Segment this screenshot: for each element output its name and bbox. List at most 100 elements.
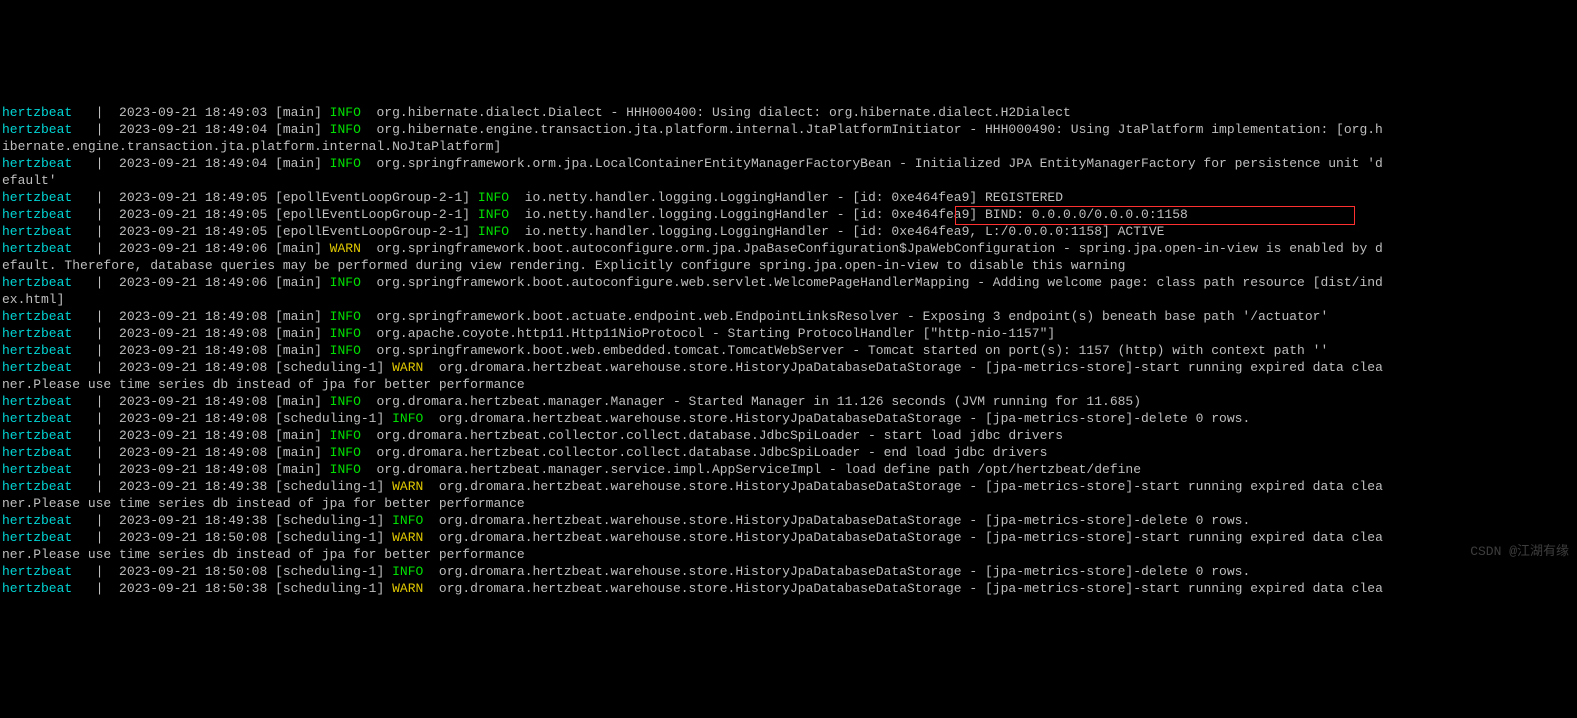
log-line: hertzbeat | 2023-09-21 18:50:08 [schedul… [2, 563, 1577, 580]
log-line: hertzbeat | 2023-09-21 18:49:38 [schedul… [2, 512, 1577, 529]
log-source: hertzbeat [2, 275, 96, 290]
log-line: hertzbeat | 2023-09-21 18:50:08 [schedul… [2, 529, 1577, 546]
log-source: hertzbeat [2, 207, 96, 222]
log-message: io.netty.handler.logging.LoggingHandler … [509, 190, 1063, 205]
log-separator: | [96, 530, 119, 545]
log-separator: | [96, 479, 119, 494]
log-separator: | [96, 207, 119, 222]
log-source: hertzbeat [2, 309, 96, 324]
log-timestamp: 2023-09-21 18:49:08 [119, 343, 275, 358]
log-line: hertzbeat | 2023-09-21 18:49:08 [main] I… [2, 427, 1577, 444]
log-line-continuation: ex.html] [2, 291, 1577, 308]
log-level: INFO [330, 428, 361, 443]
log-line-continuation: ner.Please use time series db instead of… [2, 376, 1577, 393]
log-level: WARN [392, 581, 423, 596]
log-line-continuation: ibernate.engine.transaction.jta.platform… [2, 138, 1577, 155]
log-level: WARN [392, 360, 423, 375]
log-level: WARN [392, 479, 423, 494]
log-source: hertzbeat [2, 445, 96, 460]
log-source: hertzbeat [2, 122, 96, 137]
log-source: hertzbeat [2, 513, 96, 528]
log-message: org.springframework.boot.web.embedded.to… [361, 343, 1328, 358]
log-separator: | [96, 275, 119, 290]
log-level: INFO [392, 411, 423, 426]
log-level: INFO [330, 275, 361, 290]
log-line-continuation: ner.Please use time series db instead of… [2, 495, 1577, 512]
log-source: hertzbeat [2, 581, 96, 596]
log-thread: [scheduling-1] [275, 581, 392, 596]
log-thread: [epollEventLoopGroup-2-1] [275, 207, 478, 222]
log-message: org.springframework.boot.autoconfigure.o… [361, 241, 1383, 256]
log-thread: [epollEventLoopGroup-2-1] [275, 190, 478, 205]
log-source: hertzbeat [2, 360, 96, 375]
log-level: INFO [478, 224, 509, 239]
log-message: org.springframework.orm.jpa.LocalContain… [361, 156, 1383, 171]
log-source: hertzbeat [2, 411, 96, 426]
log-source: hertzbeat [2, 394, 96, 409]
log-message: org.dromara.hertzbeat.warehouse.store.Hi… [423, 530, 1383, 545]
log-source: hertzbeat [2, 530, 96, 545]
log-separator: | [96, 394, 119, 409]
log-timestamp: 2023-09-21 18:49:08 [119, 428, 275, 443]
log-line: hertzbeat | 2023-09-21 18:49:38 [schedul… [2, 478, 1577, 495]
log-source: hertzbeat [2, 105, 96, 120]
log-message: org.dromara.hertzbeat.manager.Manager - … [361, 394, 1141, 409]
log-message: org.hibernate.dialect.Dialect - HHH00040… [361, 105, 1071, 120]
log-level: INFO [330, 343, 361, 358]
log-separator: | [96, 326, 119, 341]
log-message: org.dromara.hertzbeat.warehouse.store.Hi… [423, 479, 1383, 494]
log-line: hertzbeat | 2023-09-21 18:49:08 [main] I… [2, 342, 1577, 359]
log-thread: [main] [275, 105, 330, 120]
log-thread: [main] [275, 394, 330, 409]
log-separator: | [96, 309, 119, 324]
log-message: org.dromara.hertzbeat.collector.collect.… [361, 428, 1063, 443]
log-level: WARN [330, 241, 361, 256]
log-level: INFO [330, 309, 361, 324]
log-source: hertzbeat [2, 479, 96, 494]
log-message: org.dromara.hertzbeat.warehouse.store.Hi… [423, 564, 1250, 579]
log-thread: [epollEventLoopGroup-2-1] [275, 224, 478, 239]
log-level: WARN [392, 530, 423, 545]
log-separator: | [96, 445, 119, 460]
log-line: hertzbeat | 2023-09-21 18:49:06 [main] W… [2, 240, 1577, 257]
log-level: INFO [478, 190, 509, 205]
log-thread: [main] [275, 462, 330, 477]
log-line: hertzbeat | 2023-09-21 18:49:04 [main] I… [2, 155, 1577, 172]
log-message: org.dromara.hertzbeat.warehouse.store.Hi… [423, 513, 1250, 528]
log-timestamp: 2023-09-21 18:49:05 [119, 224, 275, 239]
log-thread: [scheduling-1] [275, 360, 392, 375]
log-level: INFO [330, 445, 361, 460]
log-line: hertzbeat | 2023-09-21 18:49:08 [main] I… [2, 325, 1577, 342]
log-timestamp: 2023-09-21 18:49:04 [119, 156, 275, 171]
log-message: org.apache.coyote.http11.Http11NioProtoc… [361, 326, 1055, 341]
log-message: org.dromara.hertzbeat.warehouse.store.Hi… [423, 360, 1383, 375]
log-separator: | [96, 156, 119, 171]
log-thread: [main] [275, 156, 330, 171]
log-message: org.dromara.hertzbeat.warehouse.store.Hi… [423, 411, 1250, 426]
log-level: INFO [330, 462, 361, 477]
log-timestamp: 2023-09-21 18:49:08 [119, 360, 275, 375]
log-timestamp: 2023-09-21 18:49:05 [119, 207, 275, 222]
log-thread: [main] [275, 445, 330, 460]
log-thread: [scheduling-1] [275, 513, 392, 528]
log-message: io.netty.handler.logging.LoggingHandler … [509, 207, 1188, 222]
log-thread: [main] [275, 122, 330, 137]
log-timestamp: 2023-09-21 18:49:08 [119, 445, 275, 460]
log-separator: | [96, 343, 119, 358]
log-thread: [scheduling-1] [275, 411, 392, 426]
log-thread: [scheduling-1] [275, 564, 392, 579]
log-timestamp: 2023-09-21 18:49:08 [119, 309, 275, 324]
log-message: org.dromara.hertzbeat.manager.service.im… [361, 462, 1141, 477]
log-separator: | [96, 564, 119, 579]
log-timestamp: 2023-09-21 18:49:08 [119, 411, 275, 426]
log-message: org.springframework.boot.autoconfigure.w… [361, 275, 1383, 290]
log-thread: [main] [275, 326, 330, 341]
log-thread: [main] [275, 275, 330, 290]
log-line: hertzbeat | 2023-09-21 18:49:05 [epollEv… [2, 189, 1577, 206]
log-line-continuation: efault' [2, 172, 1577, 189]
log-timestamp: 2023-09-21 18:50:08 [119, 564, 275, 579]
log-thread: [main] [275, 241, 330, 256]
log-separator: | [96, 241, 119, 256]
log-level: INFO [330, 122, 361, 137]
log-timestamp: 2023-09-21 18:50:38 [119, 581, 275, 596]
